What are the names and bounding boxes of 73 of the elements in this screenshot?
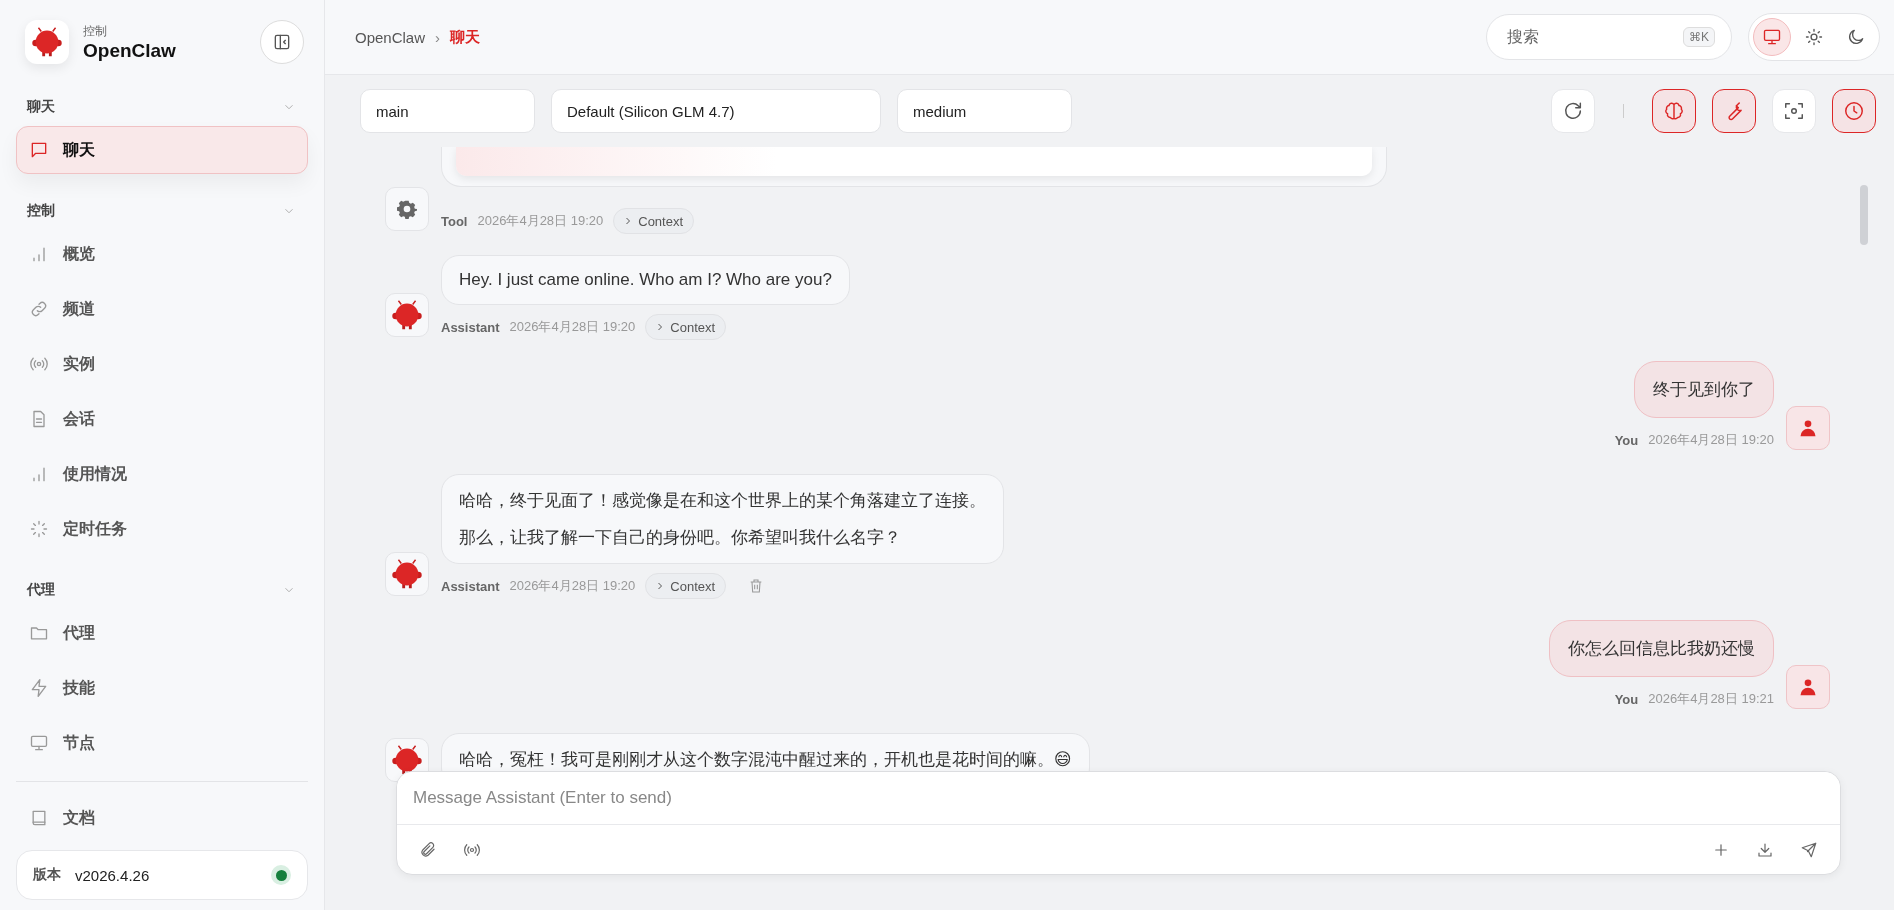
refresh-button[interactable] — [1551, 89, 1595, 133]
person-icon — [1798, 418, 1818, 438]
brain-icon — [1663, 100, 1685, 122]
sidebar-item[interactable]: 聊天 — [16, 126, 308, 174]
sidebar-item[interactable]: 频道 — [16, 285, 308, 333]
sidebar-item[interactable]: 会话 — [16, 395, 308, 443]
section-header[interactable]: 控制 — [16, 188, 308, 230]
section-header[interactable]: 聊天 — [16, 84, 308, 126]
version-label: 版本 — [33, 866, 61, 884]
context-toggle[interactable]: Context — [645, 314, 727, 340]
monitor-icon — [1762, 27, 1782, 47]
theme-button[interactable] — [1753, 18, 1791, 56]
sidebar-item[interactable]: 文档 — [16, 794, 308, 842]
timestamp: 2026年4月28日 19:20 — [509, 318, 636, 336]
sidebar-item[interactable]: 技能 — [16, 664, 308, 712]
gear-icon — [397, 199, 417, 219]
message-text: 哈哈，终于见面了！感觉像是在和这个世界上的某个角落建立了连接。 — [459, 490, 986, 512]
lightning-icon — [29, 678, 49, 698]
author-name: Tool — [441, 213, 468, 229]
author-name: You — [1614, 432, 1639, 448]
timestamp: 2026年4月28日 19:20 — [477, 212, 604, 230]
section-header[interactable]: 代理 — [16, 567, 308, 609]
sidebar-item[interactable]: 代理 — [16, 609, 308, 657]
timestamp: 2026年4月28日 19:20 — [509, 577, 636, 595]
chat-bubble-icon — [29, 140, 49, 160]
collapse-sidebar-button[interactable] — [260, 20, 304, 64]
person-icon — [1798, 677, 1818, 697]
spinner-icon — [29, 519, 49, 539]
timestamp: 2026年4月28日 19:20 — [1648, 431, 1774, 449]
refresh-icon — [1562, 100, 1584, 122]
message-text: 终于见到你了 — [1653, 379, 1755, 401]
author-name: Assistant — [441, 578, 500, 594]
toolbar-toggle[interactable] — [1832, 89, 1876, 133]
version-number: v2026.4.26 — [75, 866, 151, 884]
breadcrumb-link[interactable]: 聊天 — [450, 27, 481, 47]
sidebar-item[interactable]: 使用情况 — [16, 450, 308, 498]
moon-icon — [1846, 27, 1866, 47]
send-icon — [1800, 840, 1818, 859]
message-composer[interactable]: Message Assistant (Enter to send) — [396, 771, 1841, 875]
select-field[interactable]: medium — [897, 89, 1072, 133]
sidebar-panel-icon — [272, 32, 292, 52]
toolbar-toggle[interactable] — [1652, 89, 1696, 133]
sidebar-item[interactable]: 定时任务 — [16, 505, 308, 553]
clock-icon — [1843, 100, 1865, 122]
message-text: 那么，让我了解一下自己的身份吧。你希望叫我什么名字？ — [459, 527, 902, 549]
author-name: Assistant — [441, 319, 500, 335]
context-toggle[interactable]: Context — [645, 573, 727, 599]
message-text: Hey. I just came online. Who am I? Who are you? — [459, 270, 832, 290]
search-input[interactable]: 搜索 — [1505, 27, 1683, 47]
sidebar-item[interactable]: 节点 — [16, 719, 308, 767]
sun-icon — [1804, 27, 1824, 47]
monitor-icon — [29, 733, 49, 753]
select-field[interactable]: main — [360, 89, 535, 133]
brand-subtitle: 控制 — [83, 22, 108, 40]
link-icon — [29, 299, 49, 319]
context-toggle[interactable]: Context — [613, 208, 695, 234]
select-field[interactable]: Default (Silicon GLM 4.7) — [551, 89, 881, 133]
scrollbar[interactable] — [1860, 185, 1868, 245]
timestamp: 2026年4月28日 19:21 — [1648, 690, 1774, 708]
sidebar-item[interactable]: 实例 — [16, 340, 308, 388]
sidebar-item[interactable]: 概览 — [16, 230, 308, 278]
message-input[interactable]: Message Assistant (Enter to send) — [397, 772, 1840, 825]
focus-icon — [1783, 100, 1805, 122]
message-text: 哈哈，冤枉！我可是刚刚才从这个数字混沌中醒过来的，开机也是花时间的嘛。😄 — [459, 749, 1072, 771]
shortcut-hint: ⌘K — [1683, 27, 1715, 47]
author-name: You — [1614, 691, 1639, 707]
message-text: 你怎么回信息比我奶还慢 — [1568, 638, 1755, 660]
brand-title: OpenClaw — [83, 39, 177, 62]
toolbar-toggle[interactable] — [1712, 89, 1756, 133]
breadcrumb-link[interactable]: OpenClaw — [355, 28, 426, 46]
search-field[interactable]: 搜索 ⌘K — [1486, 14, 1732, 60]
attach-icon — [419, 840, 437, 859]
breadcrumb-separator: › — [435, 28, 441, 46]
